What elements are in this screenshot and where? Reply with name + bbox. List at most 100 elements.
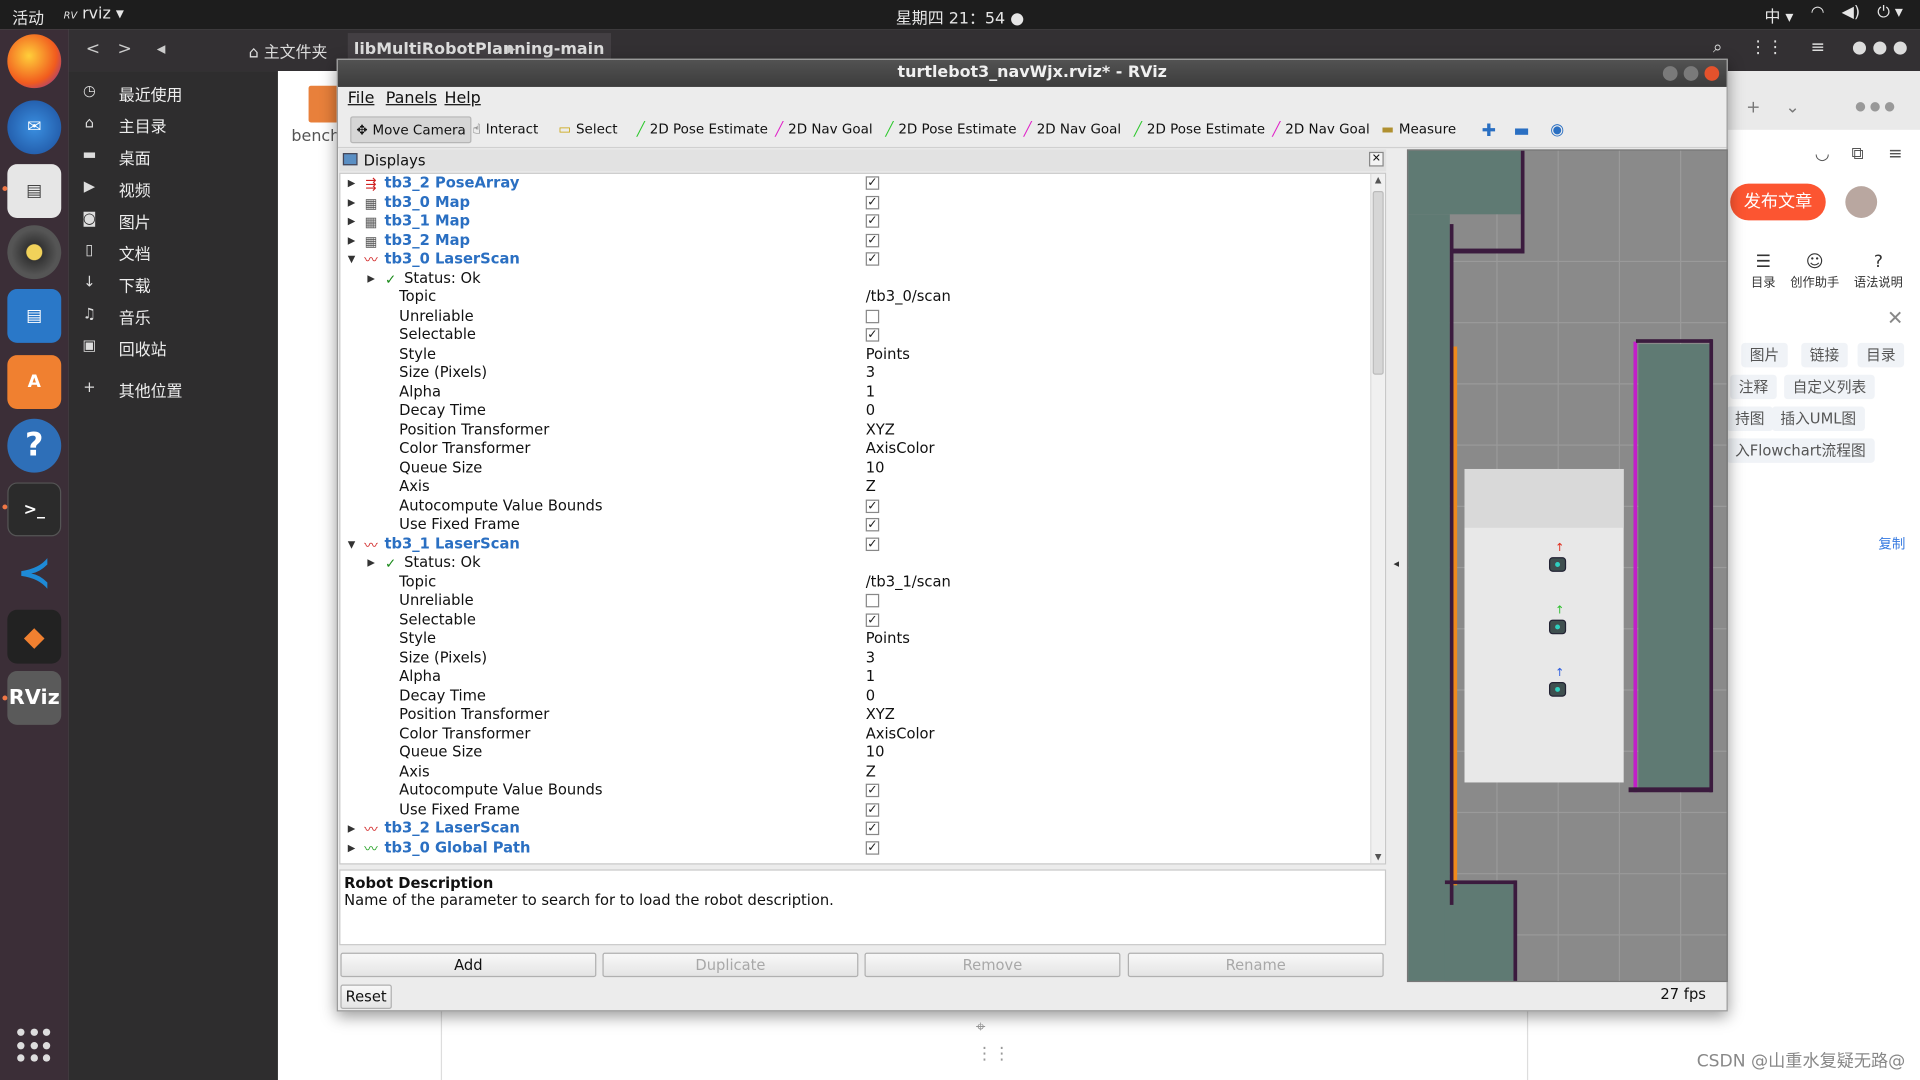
- sublime-icon[interactable]: ◆: [7, 609, 62, 664]
- property-row[interactable]: Size (Pixels) 3: [340, 648, 1369, 667]
- tree-scrollbar[interactable]: ▲ ▼: [1370, 173, 1385, 864]
- remove-tool-icon[interactable]: ▬: [1509, 116, 1535, 143]
- property-row[interactable]: Decay Time 0: [340, 402, 1369, 421]
- checkbox-checked[interactable]: ✓: [865, 233, 880, 247]
- property-row[interactable]: Queue Size 10: [340, 743, 1369, 762]
- files-icon[interactable]: ▤: [7, 164, 62, 218]
- checkbox-checked[interactable]: ✓: [865, 195, 880, 209]
- help-icon[interactable]: ?: [7, 418, 62, 473]
- collapse-arrow-icon[interactable]: ▶: [348, 819, 356, 837]
- robot-tb3-2[interactable]: [1548, 682, 1567, 697]
- row-value[interactable]: 1: [866, 383, 875, 401]
- extensions-icon[interactable]: ⧉: [1851, 144, 1863, 164]
- checkbox-checked[interactable]: ✓: [865, 821, 880, 836]
- collapse-arrow-icon[interactable]: ▶: [367, 269, 375, 287]
- property-row[interactable]: Decay Time 0: [340, 686, 1369, 705]
- close-icon[interactable]: [1704, 66, 1720, 81]
- toc-button[interactable]: ☰ 目录: [1739, 252, 1788, 290]
- chip-flowchart[interactable]: 入Flowchart流程图: [1726, 438, 1875, 463]
- tool-interact[interactable]: ☝ Interact: [468, 116, 543, 143]
- property-row[interactable]: Axis Z: [340, 762, 1369, 781]
- input-method-indicator[interactable]: 中 ▾: [1764, 4, 1793, 27]
- status-item[interactable]: ▶ ✓ Status: Ok: [340, 269, 1369, 288]
- sidebar-item-pictures[interactable]: ◙ 图片: [69, 206, 278, 235]
- assistant-button[interactable]: ☺ 创作助手: [1790, 252, 1839, 290]
- tool-2d-nav-goal[interactable]: ╱ 2D Nav Goal: [770, 116, 877, 143]
- volume-icon[interactable]: ◀): [1842, 4, 1860, 27]
- sidebar-item-videos[interactable]: ▶ 视频: [69, 174, 278, 203]
- property-row[interactable]: Autocompute Value Bounds ✓: [340, 781, 1369, 800]
- writer-icon[interactable]: ▤: [7, 288, 62, 343]
- property-row[interactable]: Alpha 1: [340, 383, 1369, 402]
- chip-toc[interactable]: 目录: [1857, 342, 1905, 368]
- path-left-icon[interactable]: ◂: [157, 39, 166, 59]
- publish-button[interactable]: 发布文章: [1730, 183, 1826, 221]
- chip-custom-list[interactable]: 自定义列表: [1784, 374, 1875, 400]
- tool-2d-pose-estimate[interactable]: ╱ 2D Pose Estimate: [1129, 116, 1270, 143]
- copy-link[interactable]: 复制: [1878, 534, 1905, 554]
- rviz-icon[interactable]: RViz: [7, 671, 62, 725]
- sidebar-item-desktop[interactable]: ▬ 桌面: [69, 142, 278, 171]
- checkbox-checked[interactable]: ✓: [865, 252, 880, 266]
- tool-2d-pose-estimate[interactable]: ╱ 2D Pose Estimate: [632, 116, 773, 143]
- software-center-icon[interactable]: A: [7, 355, 62, 409]
- row-value[interactable]: 3: [866, 648, 875, 666]
- sidebar-item-home[interactable]: ⌂ 主目录: [69, 110, 278, 139]
- display-item[interactable]: ▶ ▦ tb3_0 Map ✓: [340, 193, 1369, 212]
- checkbox-checked[interactable]: ✓: [865, 517, 880, 532]
- back-arrow-icon[interactable]: <: [86, 39, 100, 59]
- row-value[interactable]: AxisColor: [866, 724, 935, 742]
- remove-button[interactable]: Remove: [864, 952, 1121, 978]
- terminal-icon[interactable]: >_: [7, 482, 62, 537]
- drag-handle-icon[interactable]: ⋮⋮: [976, 1044, 1010, 1064]
- sidebar-item-downloads[interactable]: ↓ 下载: [69, 269, 278, 298]
- search-icon[interactable]: ⌕: [1713, 38, 1723, 58]
- expand-arrow-icon[interactable]: ▼: [348, 534, 356, 552]
- sidebar-item-other-locations[interactable]: + 其他位置: [69, 375, 278, 404]
- property-row[interactable]: Axis Z: [340, 478, 1369, 497]
- row-value[interactable]: /tb3_0/scan: [866, 288, 951, 306]
- row-value[interactable]: 0: [866, 402, 875, 420]
- pocket-icon[interactable]: ◡: [1815, 144, 1830, 164]
- tool-select[interactable]: ▭ Select: [553, 116, 622, 143]
- row-value[interactable]: 0: [866, 686, 875, 704]
- rhythmbox-icon[interactable]: [7, 225, 62, 280]
- row-value[interactable]: Z: [866, 478, 876, 496]
- power-icon[interactable]: ⏻ ▾: [1877, 4, 1903, 27]
- close-icon[interactable]: ✕: [1887, 306, 1903, 329]
- close-panel-icon[interactable]: ✕: [1368, 151, 1384, 167]
- row-value[interactable]: /tb3_1/scan: [866, 572, 951, 590]
- chip-image[interactable]: 图片: [1741, 342, 1788, 368]
- network-icon[interactable]: ◠: [1811, 4, 1825, 27]
- property-row[interactable]: Unreliable: [340, 307, 1369, 326]
- scroll-up-icon[interactable]: ▲: [1373, 175, 1384, 185]
- display-item[interactable]: ▶ ▦ tb3_2 Map ✓: [340, 231, 1369, 250]
- add-button[interactable]: Add: [340, 952, 597, 978]
- menu-help[interactable]: Help: [444, 89, 480, 107]
- row-value[interactable]: 10: [866, 743, 885, 761]
- checkbox-checked[interactable]: ✓: [865, 176, 880, 190]
- row-value[interactable]: AxisColor: [866, 440, 935, 458]
- window-controls[interactable]: ● ● ●: [1855, 100, 1895, 113]
- checkbox-checked[interactable]: ✓: [865, 783, 880, 798]
- property-row[interactable]: Autocompute Value Bounds ✓: [340, 497, 1369, 516]
- checkbox-checked[interactable]: ✓: [865, 328, 880, 342]
- sidebar-item-documents[interactable]: ▯ 文档: [69, 238, 278, 267]
- menu-panels[interactable]: Panels: [386, 89, 437, 107]
- firefox-icon[interactable]: [7, 34, 62, 89]
- property-row[interactable]: Unreliable: [340, 591, 1369, 610]
- thunderbird-icon[interactable]: ✉: [7, 100, 62, 155]
- sidebar-item-music[interactable]: ♫ 音乐: [69, 301, 278, 330]
- checkbox-unchecked[interactable]: [865, 309, 880, 323]
- row-value[interactable]: Z: [866, 762, 876, 780]
- property-row[interactable]: Selectable ✓: [340, 326, 1369, 345]
- crosshair-icon[interactable]: ⌖: [976, 1018, 986, 1038]
- checkbox-checked[interactable]: ✓: [865, 802, 880, 817]
- property-row[interactable]: Position Transformer XYZ: [340, 705, 1369, 724]
- row-value[interactable]: XYZ: [866, 705, 895, 723]
- chip-note[interactable]: 注释: [1730, 374, 1777, 400]
- tool-move-camera[interactable]: ✥ Move Camera: [350, 116, 472, 144]
- row-value[interactable]: 1: [866, 667, 875, 685]
- chip-chart[interactable]: 持图: [1726, 406, 1774, 432]
- property-row[interactable]: Color Transformer AxisColor: [340, 724, 1369, 743]
